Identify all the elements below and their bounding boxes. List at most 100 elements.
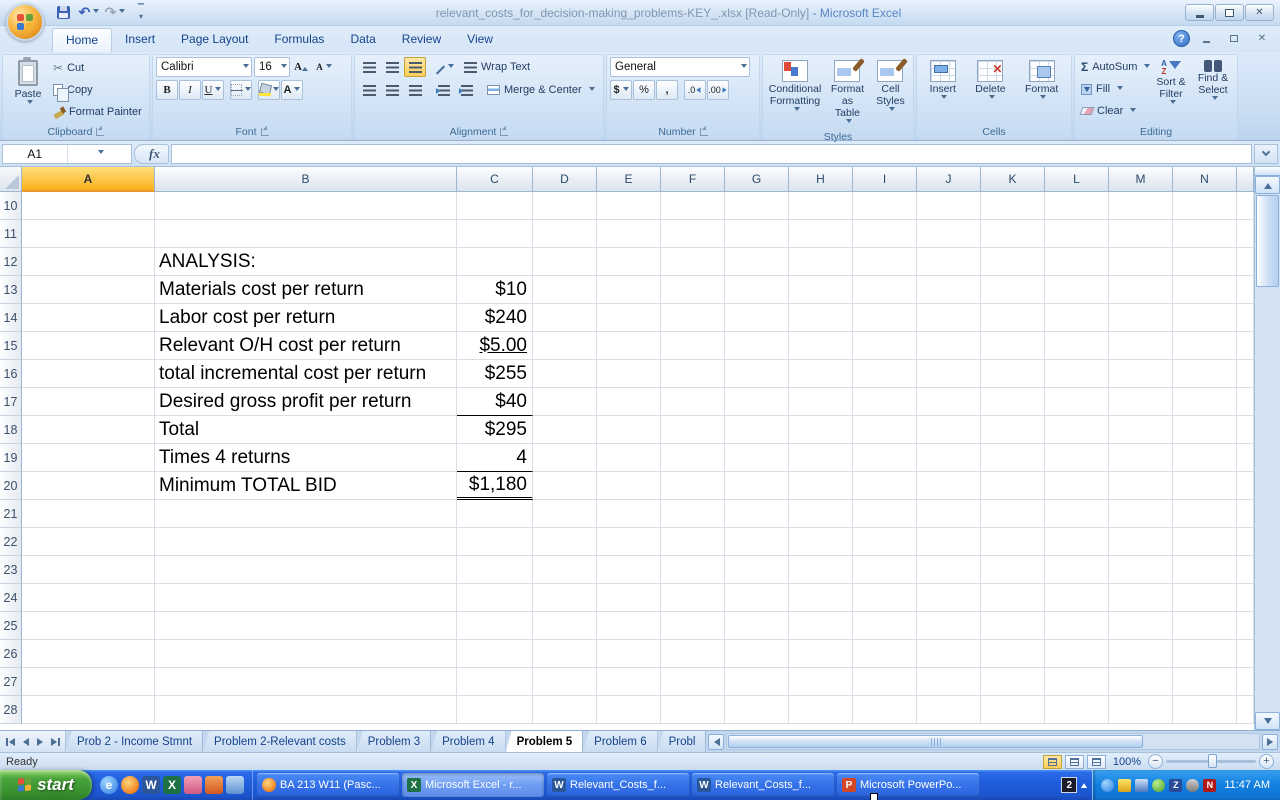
cell-K25[interactable] [981, 612, 1045, 640]
cell-B25[interactable] [155, 612, 457, 640]
currency-format-button[interactable]: $ [610, 80, 632, 100]
cell-L10[interactable] [1045, 192, 1109, 220]
cell-N15[interactable] [1173, 332, 1237, 360]
cell-G26[interactable] [725, 640, 789, 668]
cell-C13[interactable]: $10 [457, 276, 533, 304]
cell-I14[interactable] [853, 304, 917, 332]
cell-L15[interactable] [1045, 332, 1109, 360]
cell-A27[interactable] [22, 668, 155, 696]
cell-I19[interactable] [853, 444, 917, 472]
cell-A28[interactable] [22, 696, 155, 724]
cell-H22[interactable] [789, 528, 853, 556]
row-header-10[interactable]: 10 [0, 192, 22, 220]
close-button[interactable]: ✕ [1245, 4, 1274, 21]
horizontal-scroll-track[interactable] [726, 733, 1260, 750]
cell-J16[interactable] [917, 360, 981, 388]
bottom-align-button[interactable] [404, 57, 426, 77]
cell-J13[interactable] [917, 276, 981, 304]
antivirus-shield-tray-icon[interactable] [1118, 779, 1131, 792]
cell-C19[interactable]: 4 [457, 444, 533, 472]
cell-M13[interactable] [1109, 276, 1173, 304]
increase-indent-button[interactable] [456, 80, 478, 100]
cell-G16[interactable] [725, 360, 789, 388]
cell-B14[interactable]: Labor cost per return [155, 304, 457, 332]
cell-D10[interactable] [533, 192, 597, 220]
font-dialog-launcher[interactable] [261, 128, 269, 136]
cell-J14[interactable] [917, 304, 981, 332]
increase-decimal-button[interactable]: .0 [684, 80, 706, 100]
cell-L27[interactable] [1045, 668, 1109, 696]
cell-H21[interactable] [789, 500, 853, 528]
cell-L18[interactable] [1045, 416, 1109, 444]
cell-F18[interactable] [661, 416, 725, 444]
cell-E18[interactable] [597, 416, 661, 444]
cell-C14[interactable]: $240 [457, 304, 533, 332]
cell-D16[interactable] [533, 360, 597, 388]
cell-E23[interactable] [597, 556, 661, 584]
cell-G20[interactable] [725, 472, 789, 500]
fill-color-button[interactable] [258, 80, 280, 100]
scroll-down-button[interactable] [1255, 712, 1280, 730]
cell-A21[interactable] [22, 500, 155, 528]
cell-C23[interactable] [457, 556, 533, 584]
cell-C17[interactable]: $40 [457, 388, 533, 416]
cell-F21[interactable] [661, 500, 725, 528]
cell-M14[interactable] [1109, 304, 1173, 332]
cell-G25[interactable] [725, 612, 789, 640]
cell-E12[interactable] [597, 248, 661, 276]
cell-N11[interactable] [1173, 220, 1237, 248]
cell-M15[interactable] [1109, 332, 1173, 360]
cell-J11[interactable] [917, 220, 981, 248]
cell-B22[interactable] [155, 528, 457, 556]
cell-L19[interactable] [1045, 444, 1109, 472]
cell-F20[interactable] [661, 472, 725, 500]
messenger-tray-icon[interactable] [1101, 779, 1114, 792]
cell-N23[interactable] [1173, 556, 1237, 584]
cell-A24[interactable] [22, 584, 155, 612]
horizontal-scrollbar[interactable] [706, 731, 1280, 752]
workbook-close-button[interactable]: ✕ [1250, 31, 1274, 46]
column-header-I[interactable]: I [853, 167, 917, 192]
decrease-indent-button[interactable] [433, 80, 455, 100]
cell-E20[interactable] [597, 472, 661, 500]
cell-G18[interactable] [725, 416, 789, 444]
cell-M20[interactable] [1109, 472, 1173, 500]
taskbar-button-powerpoint[interactable]: PMicrosoft PowerPo... [837, 773, 979, 797]
cell-E28[interactable] [597, 696, 661, 724]
cell-N12[interactable] [1173, 248, 1237, 276]
decrease-decimal-button[interactable]: .00 [707, 80, 729, 100]
cell-G22[interactable] [725, 528, 789, 556]
cell-A20[interactable] [22, 472, 155, 500]
cell-D17[interactable] [533, 388, 597, 416]
row-header-24[interactable]: 24 [0, 584, 22, 612]
cell-K23[interactable] [981, 556, 1045, 584]
cell-H13[interactable] [789, 276, 853, 304]
scroll-up-button[interactable] [1255, 176, 1280, 194]
cell-G12[interactable] [725, 248, 789, 276]
cell-A18[interactable] [22, 416, 155, 444]
cell-I11[interactable] [853, 220, 917, 248]
format-cells-button[interactable]: Format [1021, 57, 1062, 122]
cell-F11[interactable] [661, 220, 725, 248]
column-header-D[interactable]: D [533, 167, 597, 192]
save-button[interactable] [52, 4, 74, 22]
undo-button[interactable]: ↶ [78, 4, 100, 22]
cell-G24[interactable] [725, 584, 789, 612]
cell-C28[interactable] [457, 696, 533, 724]
cell-C24[interactable] [457, 584, 533, 612]
cell-B20[interactable]: Minimum TOTAL BID [155, 472, 457, 500]
cell-M21[interactable] [1109, 500, 1173, 528]
cell-E22[interactable] [597, 528, 661, 556]
cell-L22[interactable] [1045, 528, 1109, 556]
cell-H27[interactable] [789, 668, 853, 696]
cell-F28[interactable] [661, 696, 725, 724]
row-header-22[interactable]: 22 [0, 528, 22, 556]
ribbon-tab-review[interactable]: Review [389, 28, 454, 52]
cell-A23[interactable] [22, 556, 155, 584]
redo-button[interactable]: ↷ [104, 4, 126, 22]
cell-N28[interactable] [1173, 696, 1237, 724]
cell-B13[interactable]: Materials cost per return [155, 276, 457, 304]
cell-H20[interactable] [789, 472, 853, 500]
zotero-tray-icon[interactable]: Z [1169, 779, 1182, 792]
row-header-18[interactable]: 18 [0, 416, 22, 444]
